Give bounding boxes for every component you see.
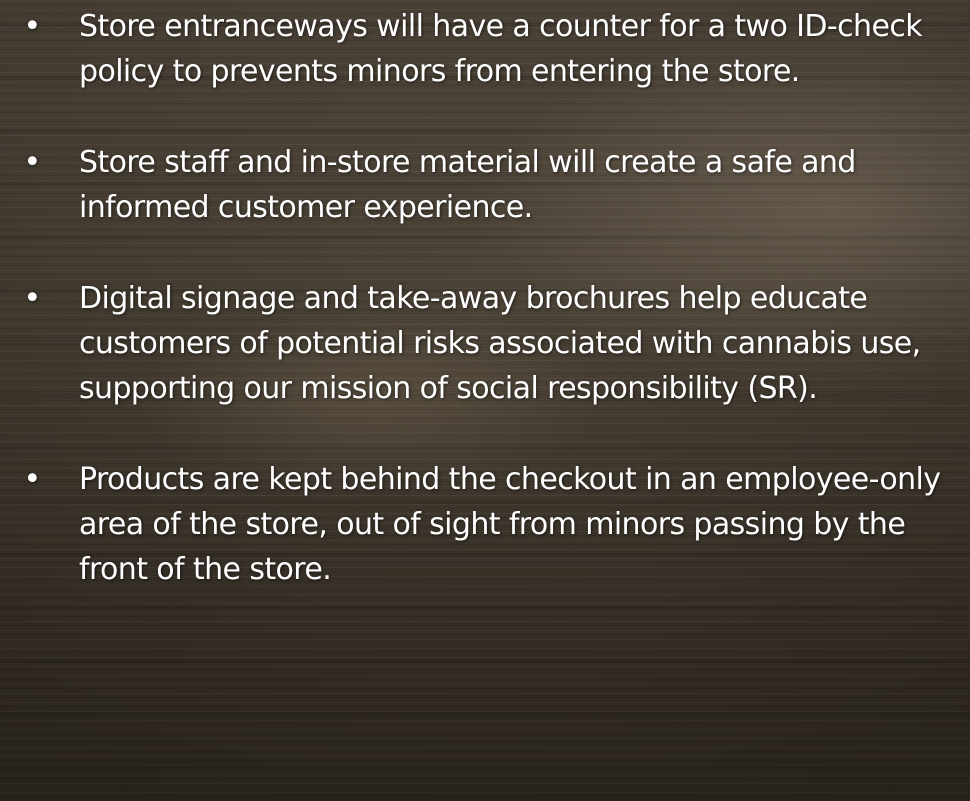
bullet-item-products-storage: • Products are kept behind the checkout …: [0, 457, 970, 592]
bullet-text: Store staff and in-store material will c…: [79, 145, 856, 225]
bullet-list: • Store entranceways will have a counter…: [0, 0, 970, 592]
slide-body: • Store entranceways will have a counter…: [0, 0, 970, 801]
bullet-text: Products are kept behind the checkout in…: [79, 462, 941, 587]
bullet-marker: •: [23, 462, 41, 497]
bullet-marker: •: [23, 9, 41, 44]
bullet-text: Store entranceways will have a counter f…: [79, 9, 923, 89]
bullet-item-customer-experience: • Store staff and in-store material will…: [0, 140, 970, 230]
bullet-text: Digital signage and take-away brochures …: [79, 281, 921, 406]
bullet-item-digital-signage: • Digital signage and take-away brochure…: [0, 276, 970, 411]
bullet-item-id-check: • Store entranceways will have a counter…: [0, 4, 970, 94]
bullet-marker: •: [23, 145, 41, 180]
bullet-marker: •: [23, 281, 41, 316]
